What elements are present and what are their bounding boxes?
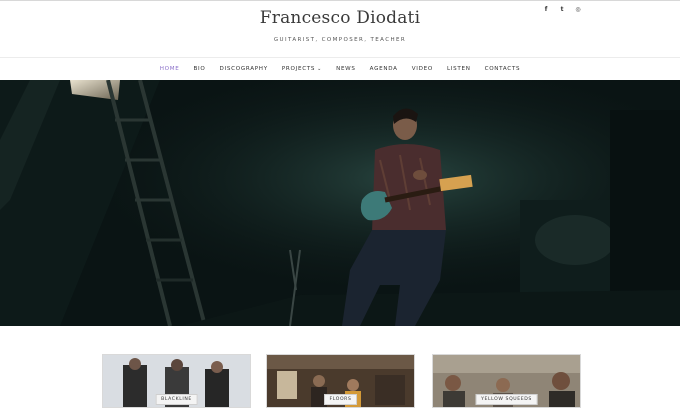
- nav-item-discography[interactable]: DISCOGRAPHY: [213, 66, 275, 72]
- project-label-floors: FLOORS: [323, 394, 358, 405]
- main-nav: HOME BIO DISCOGRAPHY PROJECTS ⌄ NEWS AGEN…: [0, 58, 680, 80]
- nav-item-contacts[interactable]: CONTACTS: [478, 66, 528, 72]
- nav-item-home[interactable]: HOME: [153, 66, 187, 72]
- nav-item-bio[interactable]: BIO: [187, 66, 213, 72]
- nav-item-agenda[interactable]: AGENDA: [363, 66, 405, 72]
- project-card-yellow-squeeds[interactable]: YELLOW SQUEEDS: [432, 354, 581, 408]
- project-card-blackline[interactable]: BLACKLINE: [102, 354, 251, 408]
- projects-grid: BLACKLINE FLOORS YELLOW SQUEEDS: [0, 354, 680, 408]
- project-label-yellow-squeeds: YELLOW SQUEEDS: [475, 394, 538, 405]
- nav-item-listen[interactable]: LISTEN: [440, 66, 478, 72]
- facebook-icon[interactable]: f: [542, 6, 550, 14]
- twitter-icon[interactable]: t: [558, 6, 566, 14]
- project-label-blackline: BLACKLINE: [155, 394, 198, 405]
- nav-item-projects-label: PROJECTS: [281, 66, 316, 72]
- nav-item-news[interactable]: NEWS: [329, 66, 363, 72]
- social-links: f t ◎: [542, 6, 582, 14]
- nav-item-projects[interactable]: PROJECTS ⌄: [275, 66, 329, 72]
- nav-item-video[interactable]: VIDEO: [405, 66, 440, 72]
- hero-image: [0, 80, 680, 326]
- instagram-icon[interactable]: ◎: [574, 6, 582, 14]
- hero-photo-guitarist: [0, 80, 680, 326]
- project-card-floors[interactable]: FLOORS: [266, 354, 415, 408]
- chevron-down-icon: ⌄: [317, 66, 323, 72]
- site-tagline: GUITARIST, COMPOSER, TEACHER: [273, 37, 407, 43]
